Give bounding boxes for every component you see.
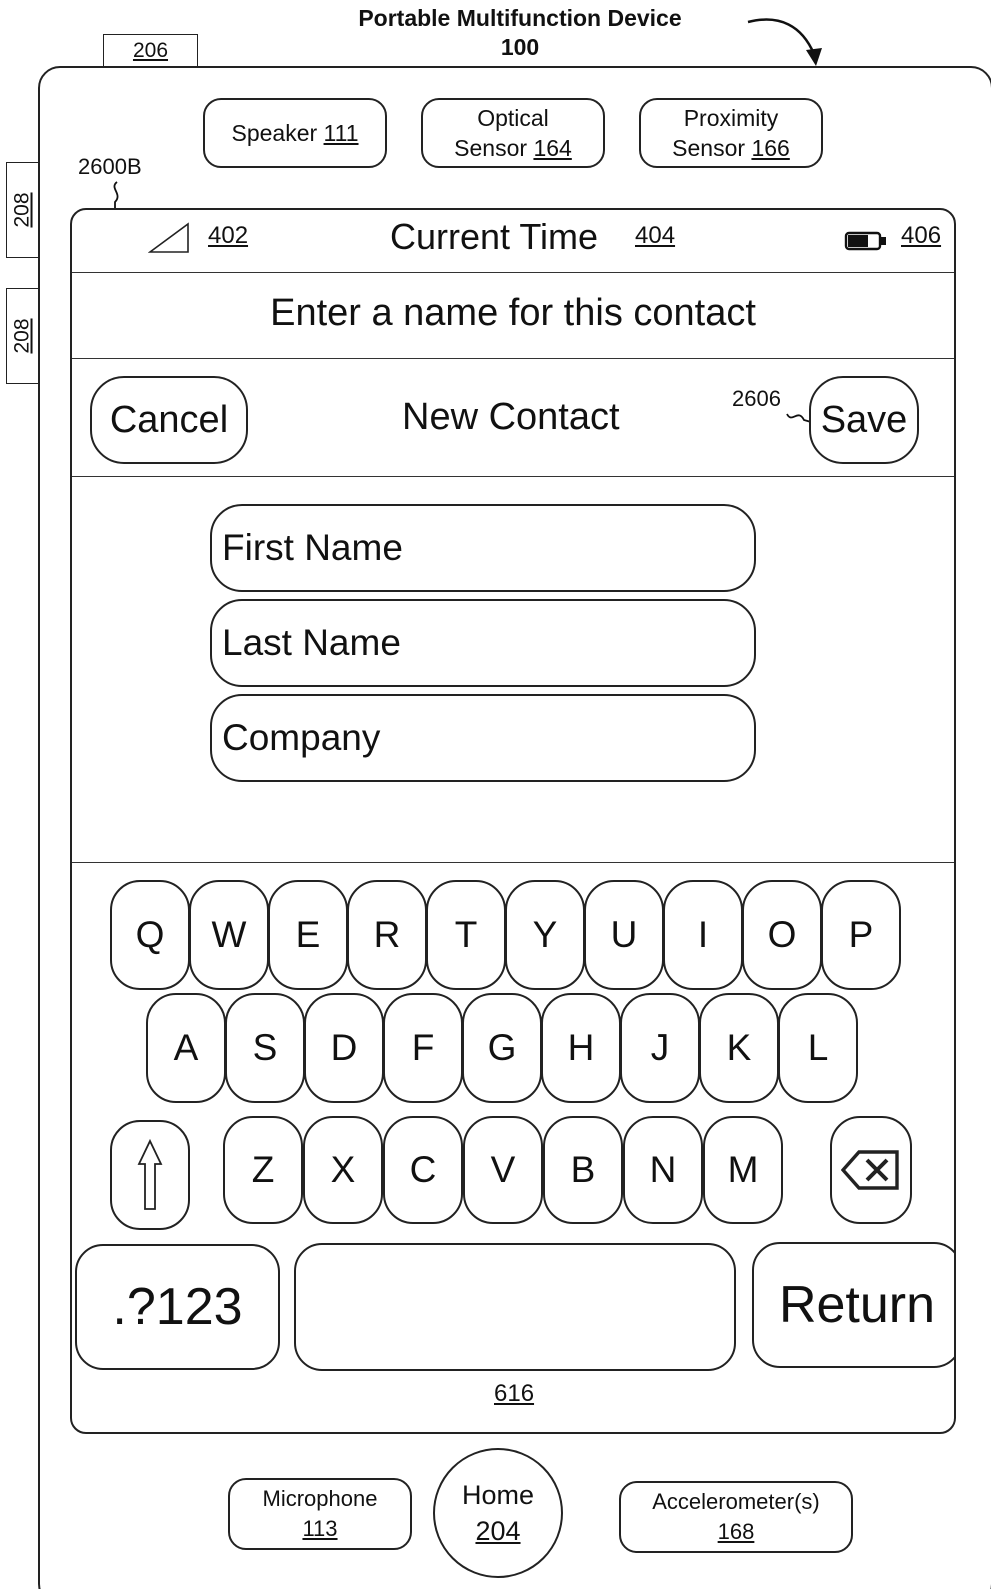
key-u[interactable]: U bbox=[584, 880, 664, 990]
key-label: I bbox=[697, 914, 709, 955]
symbols-key[interactable]: .?123 bbox=[75, 1244, 280, 1370]
key-label: Q bbox=[135, 914, 165, 955]
key-label: L bbox=[807, 1027, 829, 1068]
symbols-key-label: .?123 bbox=[112, 1278, 243, 1336]
key-label: H bbox=[567, 1027, 595, 1068]
key-l[interactable]: L bbox=[778, 993, 858, 1103]
speaker-label: Speaker bbox=[231, 120, 318, 146]
key-label: R bbox=[373, 914, 401, 955]
key-label: K bbox=[726, 1027, 752, 1068]
key-label: W bbox=[211, 914, 247, 955]
key-label: D bbox=[330, 1027, 358, 1068]
optical-label-line-2: Sensor 164 bbox=[454, 133, 572, 163]
key-label: C bbox=[409, 1149, 437, 1190]
key-label: J bbox=[650, 1027, 670, 1068]
key-g[interactable]: G bbox=[462, 993, 542, 1103]
proximity-label: Sensor bbox=[672, 135, 746, 161]
space-key[interactable] bbox=[294, 1243, 736, 1371]
key-label: A bbox=[173, 1027, 199, 1068]
optical-label: Sensor bbox=[454, 135, 528, 161]
optical-label-line-1: Optical bbox=[477, 105, 549, 131]
microphone-ref: 113 bbox=[302, 1516, 338, 1541]
key-q[interactable]: Q bbox=[110, 880, 190, 990]
delete-key[interactable] bbox=[830, 1116, 912, 1224]
key-r[interactable]: R bbox=[347, 880, 427, 990]
key-i[interactable]: I bbox=[663, 880, 743, 990]
side-button-1: 208 bbox=[6, 162, 39, 258]
key-b[interactable]: B bbox=[543, 1116, 623, 1224]
figure-title: Portable Multifunction Device 100 bbox=[300, 4, 740, 62]
key-label: B bbox=[570, 1149, 596, 1190]
top-button-ref: 206 bbox=[132, 39, 169, 62]
key-label: Z bbox=[251, 1149, 275, 1190]
key-c[interactable]: C bbox=[383, 1116, 463, 1224]
microphone-label: Microphone bbox=[262, 1486, 378, 1511]
microphone-box: Microphone 113 bbox=[228, 1478, 412, 1550]
key-z[interactable]: Z bbox=[223, 1116, 303, 1224]
key-e[interactable]: E bbox=[268, 880, 348, 990]
keyboard-ref: 616 bbox=[494, 1380, 535, 1407]
key-k[interactable]: K bbox=[699, 993, 779, 1103]
touch-screen: 402 Current Time 404 406 Enter a name fo… bbox=[70, 208, 956, 1434]
return-key-label: Return bbox=[778, 1276, 936, 1334]
key-label: P bbox=[848, 914, 874, 955]
key-s[interactable]: S bbox=[225, 993, 305, 1103]
proximity-ref: 166 bbox=[751, 135, 790, 161]
side-button-2: 208 bbox=[6, 288, 39, 384]
home-button[interactable]: Home 204 bbox=[433, 1448, 563, 1578]
key-label: N bbox=[649, 1149, 677, 1190]
key-x[interactable]: X bbox=[303, 1116, 383, 1224]
key-w[interactable]: W bbox=[189, 880, 269, 990]
key-v[interactable]: V bbox=[463, 1116, 543, 1224]
key-h[interactable]: H bbox=[541, 993, 621, 1103]
side-button-1-ref: 208 bbox=[10, 192, 34, 228]
optical-sensor-box: Optical Sensor 164 bbox=[421, 98, 605, 168]
pointer-arrow-icon bbox=[747, 18, 822, 66]
key-label: M bbox=[727, 1149, 759, 1190]
key-label: U bbox=[610, 914, 638, 955]
title-line-2: 100 bbox=[500, 34, 540, 60]
screen-ref-label: 2600B bbox=[78, 154, 142, 179]
key-j[interactable]: J bbox=[620, 993, 700, 1103]
key-t[interactable]: T bbox=[426, 880, 506, 990]
key-label: G bbox=[487, 1027, 517, 1068]
title-line-1: Portable Multifunction Device bbox=[358, 5, 682, 31]
key-label: Y bbox=[532, 914, 558, 955]
key-label: S bbox=[252, 1027, 278, 1068]
key-label: F bbox=[411, 1027, 435, 1068]
key-label: O bbox=[767, 914, 797, 955]
backspace-icon bbox=[841, 1150, 899, 1190]
speaker-label-line: Speaker 111 bbox=[231, 118, 358, 148]
key-d[interactable]: D bbox=[304, 993, 384, 1103]
home-ref: 204 bbox=[475, 1516, 521, 1546]
key-f[interactable]: F bbox=[383, 993, 463, 1103]
optical-ref: 164 bbox=[533, 135, 572, 161]
proximity-label-line-2: Sensor 166 bbox=[672, 133, 790, 163]
shift-arrow-icon bbox=[137, 1138, 163, 1210]
key-label: V bbox=[490, 1149, 516, 1190]
key-n[interactable]: N bbox=[623, 1116, 703, 1224]
accelerometer-ref: 168 bbox=[717, 1519, 755, 1544]
top-button-label: 206 bbox=[103, 34, 198, 68]
shift-key[interactable] bbox=[110, 1120, 190, 1230]
key-a[interactable]: A bbox=[146, 993, 226, 1103]
home-label: Home bbox=[461, 1480, 535, 1510]
side-button-2-ref: 208 bbox=[10, 318, 34, 354]
key-y[interactable]: Y bbox=[505, 880, 585, 990]
accelerometer-label: Accelerometer(s) bbox=[652, 1489, 820, 1514]
proximity-sensor-box: Proximity Sensor 166 bbox=[639, 98, 823, 168]
key-o[interactable]: O bbox=[742, 880, 822, 990]
key-label: T bbox=[454, 914, 478, 955]
key-label: X bbox=[330, 1149, 356, 1190]
proximity-label-line-1: Proximity bbox=[683, 105, 779, 131]
key-label: E bbox=[295, 914, 321, 955]
accelerometer-box: Accelerometer(s) 168 bbox=[619, 1481, 853, 1553]
speaker-ref: 111 bbox=[323, 120, 359, 146]
key-p[interactable]: P bbox=[821, 880, 901, 990]
speaker-box: Speaker 111 bbox=[203, 98, 387, 168]
return-key[interactable]: Return bbox=[752, 1242, 954, 1368]
key-m[interactable]: M bbox=[703, 1116, 783, 1224]
